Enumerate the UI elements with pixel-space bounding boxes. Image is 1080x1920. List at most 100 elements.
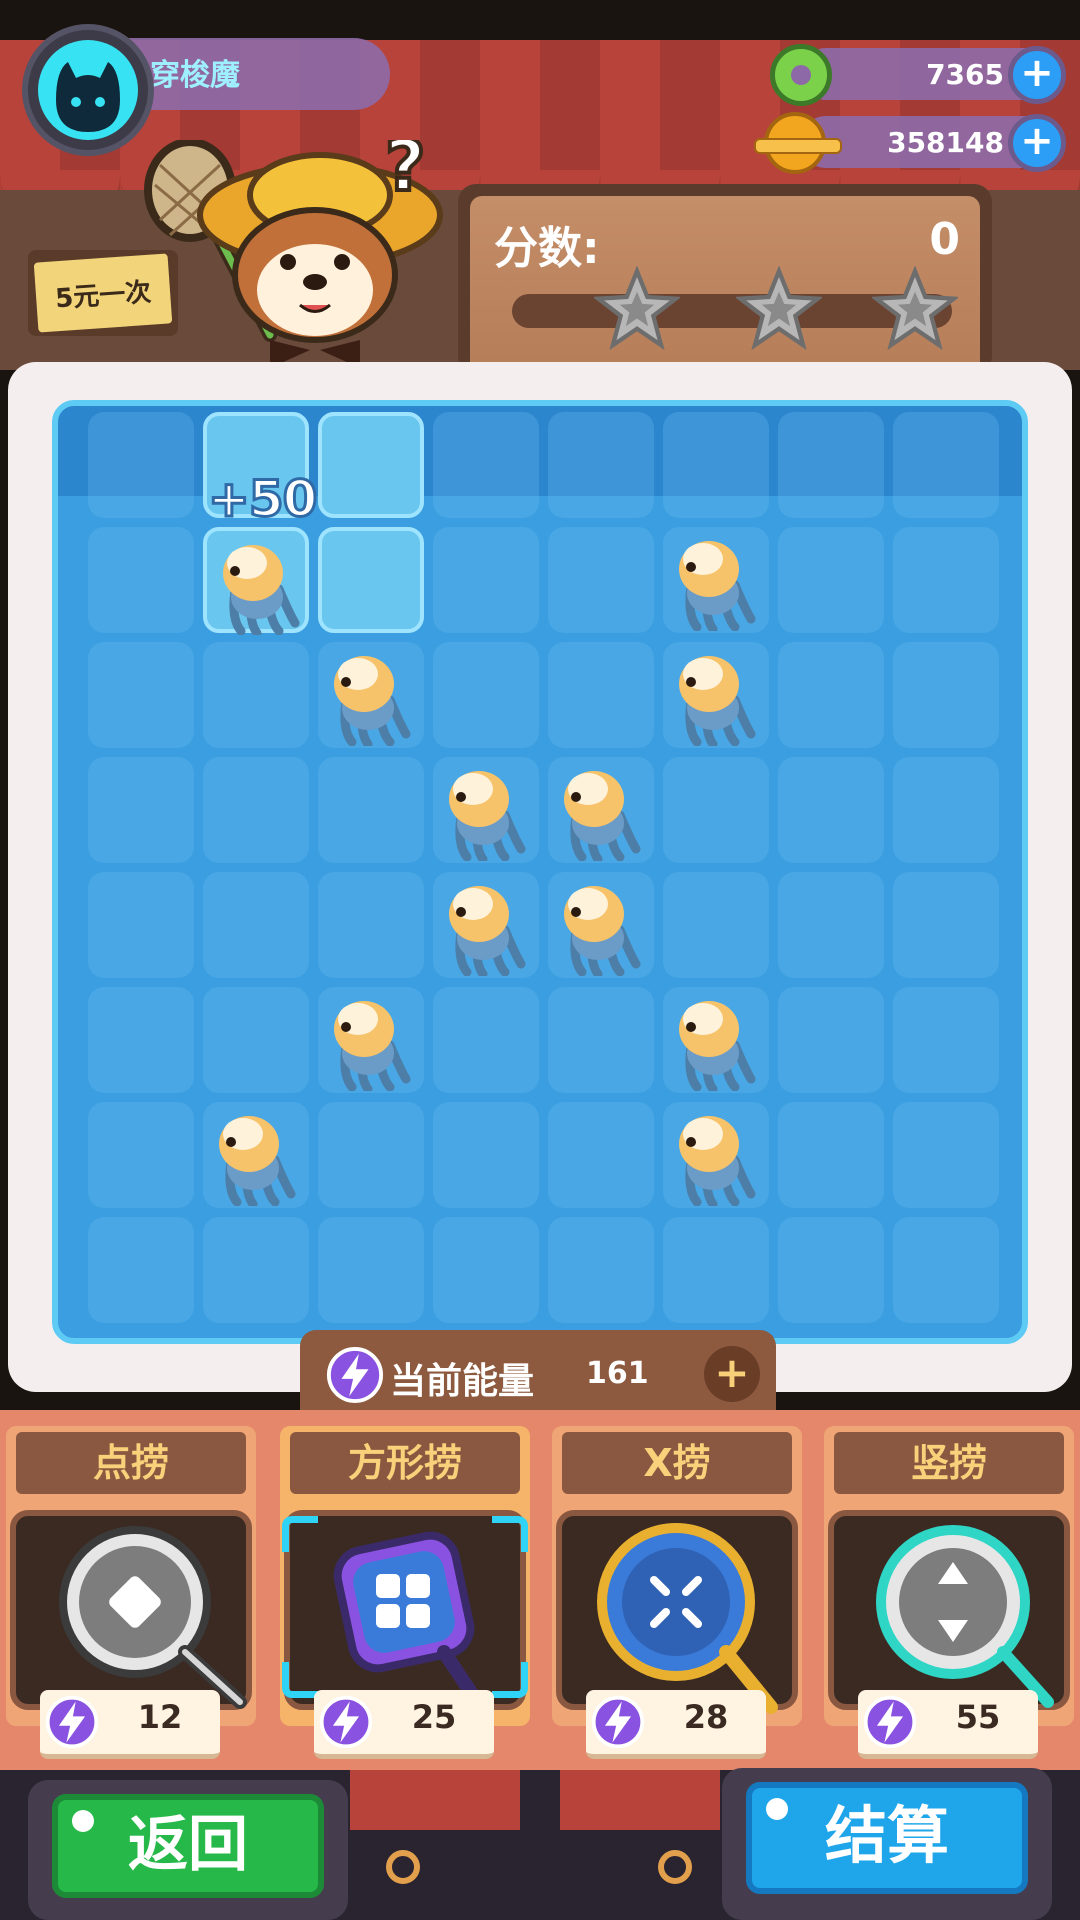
- add-gems-button[interactable]: +: [1008, 46, 1066, 104]
- grid-cell[interactable]: [203, 527, 309, 635]
- lightning-energy-icon: [591, 1695, 645, 1749]
- back-button-label: 返回: [52, 1794, 324, 1898]
- grid-cell[interactable]: [88, 527, 194, 633]
- grid-cell[interactable]: [433, 527, 539, 633]
- grid-cell[interactable]: [893, 412, 999, 518]
- grid-cell[interactable]: [433, 642, 539, 748]
- grid-cell[interactable]: [88, 872, 194, 978]
- grid-cell[interactable]: [778, 1102, 884, 1208]
- grid-cell[interactable]: [893, 872, 999, 978]
- grid-cell[interactable]: [893, 1102, 999, 1208]
- grid-cell[interactable]: [88, 412, 194, 518]
- tool-square-net[interactable]: 方形捞 25: [280, 1426, 530, 1759]
- tool-name: 方形捞: [290, 1432, 520, 1494]
- cat-face-icon: [56, 62, 120, 132]
- grid-cell[interactable]: [548, 1217, 654, 1323]
- grid-cell[interactable]: [433, 1102, 539, 1208]
- energy-label: 当前能量: [390, 1361, 535, 1402]
- grid-cell[interactable]: [318, 642, 424, 748]
- grid-cell[interactable]: [778, 412, 884, 518]
- grid-cell[interactable]: [318, 987, 424, 1093]
- energy-value: 161: [586, 1356, 649, 1391]
- grid-cell[interactable]: [433, 987, 539, 1093]
- grid-cell[interactable]: [778, 987, 884, 1093]
- grid-cell[interactable]: [318, 757, 424, 863]
- grid-cell[interactable]: [893, 757, 999, 863]
- grid-cell[interactable]: [778, 527, 884, 633]
- tool-name: 点捞: [16, 1432, 246, 1494]
- grid-cell[interactable]: [88, 1102, 194, 1208]
- grid-cell[interactable]: [203, 1102, 309, 1208]
- tool-cost: 12: [40, 1690, 220, 1759]
- grid-cell[interactable]: [433, 757, 539, 863]
- score-popup: +50: [206, 469, 319, 530]
- grid-cell[interactable]: [548, 872, 654, 978]
- squid-icon: [449, 886, 526, 976]
- hanging-ring-icon: [386, 1850, 420, 1884]
- squid-icon: [334, 656, 411, 746]
- grid-cell[interactable]: [663, 527, 769, 633]
- back-button[interactable]: 返回: [28, 1780, 348, 1920]
- tool-cost: 55: [858, 1690, 1038, 1759]
- grid-cell[interactable]: [433, 412, 539, 518]
- fishing-grid[interactable]: [88, 412, 999, 1323]
- grid-cell[interactable]: [433, 1217, 539, 1323]
- tool-x-net[interactable]: X捞 28: [552, 1426, 802, 1759]
- coin-count: 358148: [887, 126, 1004, 159]
- player-name: 穿梭魔: [150, 58, 240, 93]
- grid-cell[interactable]: [203, 987, 309, 1093]
- grid-cell[interactable]: [203, 642, 309, 748]
- lightning-energy-icon: [319, 1695, 373, 1749]
- squid-icon: [219, 1116, 296, 1206]
- grid-cell[interactable]: [318, 412, 424, 518]
- tool-dot-net[interactable]: 点捞 12: [6, 1426, 256, 1759]
- grid-cell[interactable]: [548, 1102, 654, 1208]
- settle-button[interactable]: 结算: [722, 1768, 1052, 1920]
- tool-cost: 25: [314, 1690, 494, 1759]
- grid-cell[interactable]: [663, 1102, 769, 1208]
- grid-cell[interactable]: [88, 642, 194, 748]
- grid-cell[interactable]: [893, 527, 999, 633]
- lightning-energy-icon: [863, 1695, 917, 1749]
- grid-cell[interactable]: [778, 642, 884, 748]
- hanging-ribbon: [560, 1770, 720, 1830]
- grid-cell[interactable]: [88, 987, 194, 1093]
- grid-cell[interactable]: [663, 872, 769, 978]
- otter-mascot-icon: ?: [144, 140, 443, 368]
- grid-cell[interactable]: [893, 642, 999, 748]
- avatar[interactable]: [38, 40, 138, 140]
- grid-cell[interactable]: [663, 412, 769, 518]
- grid-cell[interactable]: [318, 527, 424, 633]
- grid-cell[interactable]: [663, 987, 769, 1093]
- grid-cell[interactable]: [548, 412, 654, 518]
- grid-cell[interactable]: [548, 757, 654, 863]
- tool-vertical-net[interactable]: 竖捞 55: [824, 1426, 1074, 1759]
- grid-cell[interactable]: [778, 1217, 884, 1323]
- squid-icon: [334, 1001, 411, 1091]
- grid-cell[interactable]: [548, 987, 654, 1093]
- score-label: 分数:: [494, 223, 600, 274]
- add-energy-button[interactable]: +: [704, 1346, 760, 1402]
- star-2-icon: [736, 266, 822, 351]
- squid-icon: [564, 886, 641, 976]
- grid-cell[interactable]: [318, 1217, 424, 1323]
- grid-cell[interactable]: [893, 1217, 999, 1323]
- grid-cell[interactable]: [88, 1217, 194, 1323]
- grid-cell[interactable]: [203, 757, 309, 863]
- grid-cell[interactable]: [778, 872, 884, 978]
- grid-cell[interactable]: [318, 1102, 424, 1208]
- grid-cell[interactable]: [203, 872, 309, 978]
- grid-cell[interactable]: [778, 757, 884, 863]
- grid-cell[interactable]: [433, 872, 539, 978]
- add-coins-button[interactable]: +: [1008, 114, 1066, 172]
- grid-cell[interactable]: [893, 987, 999, 1093]
- grid-cell[interactable]: [663, 1217, 769, 1323]
- grid-cell[interactable]: [88, 757, 194, 863]
- grid-cell[interactable]: [203, 1217, 309, 1323]
- tool-name: 竖捞: [834, 1432, 1064, 1494]
- grid-cell[interactable]: [548, 527, 654, 633]
- grid-cell[interactable]: [548, 642, 654, 748]
- grid-cell[interactable]: [318, 872, 424, 978]
- grid-cell[interactable]: [663, 642, 769, 748]
- grid-cell[interactable]: [663, 757, 769, 863]
